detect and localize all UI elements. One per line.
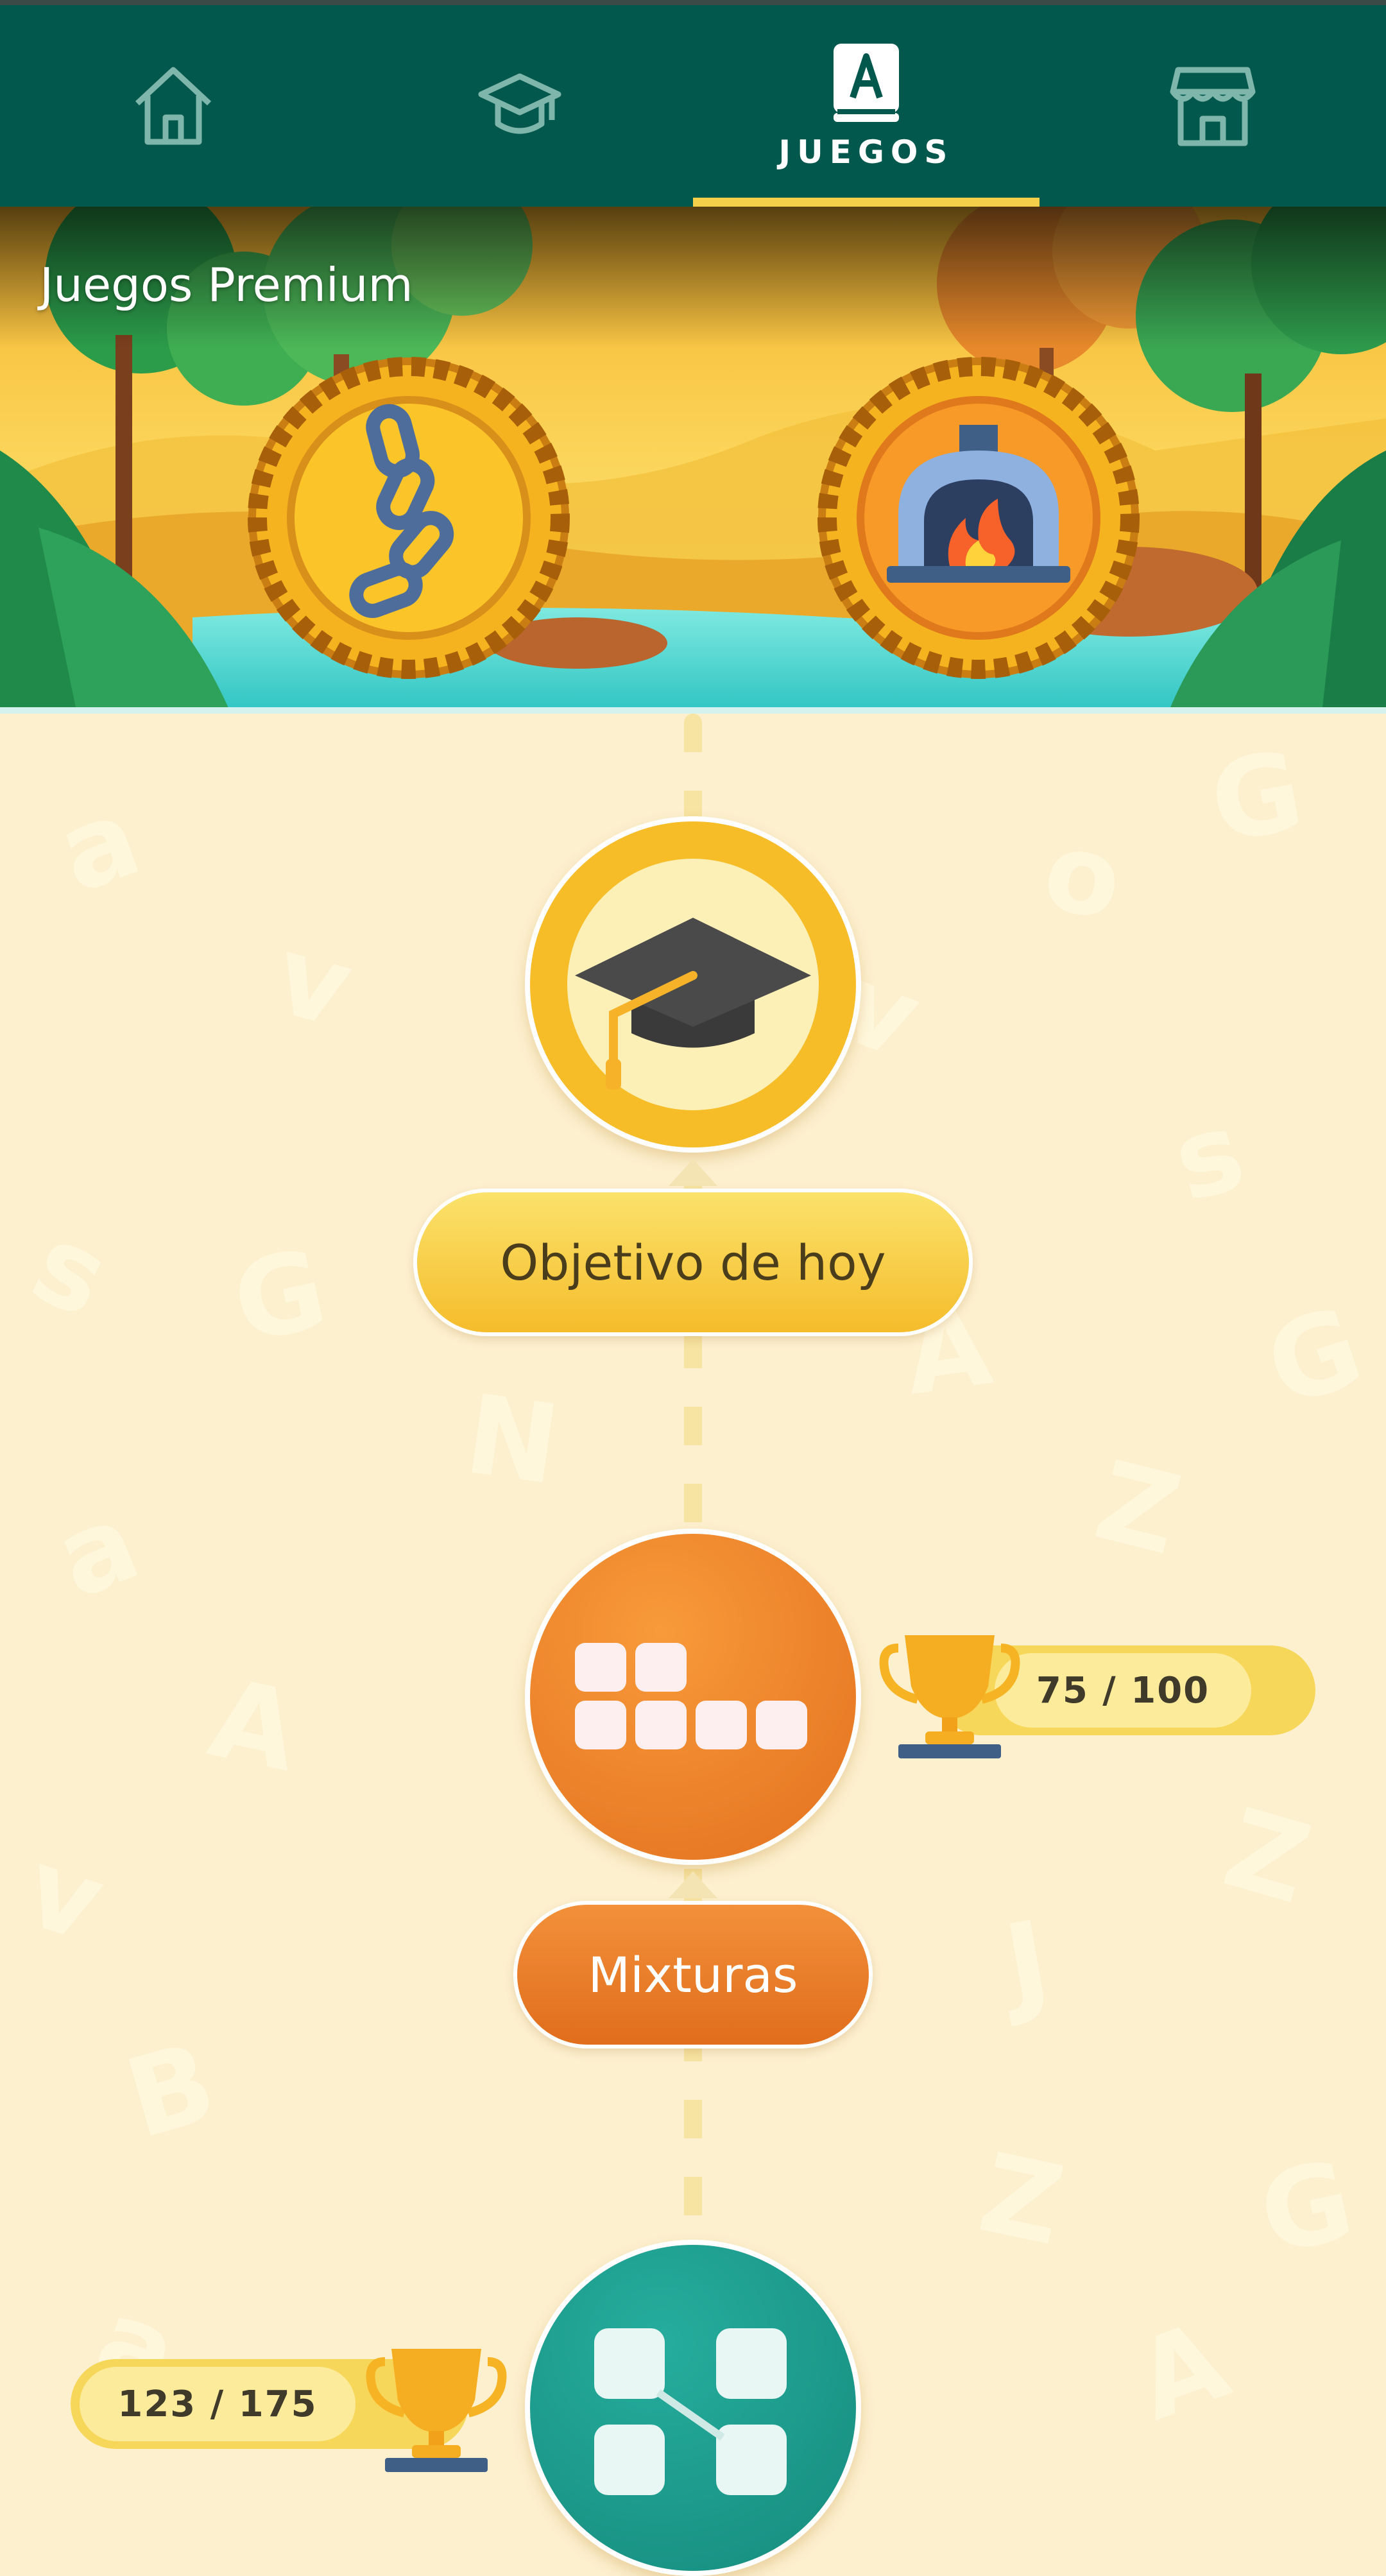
svg-text:G: G (1202, 727, 1312, 868)
premium-game-medal-chain[interactable] (245, 354, 572, 684)
svg-text:a: a (39, 1478, 155, 1624)
goal-pointer (669, 1159, 717, 1186)
banner-title: Juegos Premium (40, 258, 413, 312)
svg-text:Z: Z (970, 2129, 1074, 2270)
mixturas-score: 75 / 100 (995, 1653, 1251, 1728)
svg-text:G: G (1249, 2136, 1364, 2280)
connected-tiles-icon (594, 2328, 787, 2495)
trophy-icon (366, 2336, 507, 2480)
svg-text:Z: Z (1084, 1438, 1192, 1580)
dictionary-book-icon (831, 41, 902, 125)
premium-games-banner: Juegos Premium (0, 207, 1386, 714)
daily-goal-button[interactable]: Objetivo de hoy (413, 1189, 973, 1336)
tab-store[interactable] (1040, 5, 1386, 207)
svg-text:Z: Z (1212, 1785, 1323, 1928)
tab-games[interactable]: JUEGOS (693, 5, 1040, 207)
svg-text:s: s (15, 1200, 127, 1343)
home-icon (128, 61, 218, 151)
svg-text:G: G (223, 1225, 337, 1368)
premium-game-medal-oven[interactable] (815, 354, 1142, 684)
daily-goal-node[interactable] (525, 816, 861, 1153)
trophy-icon (879, 1622, 1020, 1766)
graduation-cap-icon (475, 61, 565, 151)
active-tab-indicator (693, 198, 1040, 207)
connect-game-node[interactable] (525, 2240, 861, 2576)
svg-text:v: v (262, 911, 364, 1052)
mixturas-button[interactable]: Mixturas (513, 1901, 873, 2048)
svg-text:o: o (1035, 807, 1131, 945)
tab-games-label: JUEGOS (778, 133, 954, 171)
mixturas-pointer (669, 1871, 717, 1898)
tab-learn[interactable] (346, 5, 693, 207)
store-icon (1168, 61, 1258, 151)
mixturas-node[interactable] (525, 1529, 861, 1865)
svg-text:N: N (458, 1371, 566, 1510)
connect-game-score: 123 / 175 (80, 2367, 355, 2441)
top-navigation: JUEGOS (0, 0, 1386, 207)
tab-home[interactable] (0, 5, 346, 207)
svg-text:G: G (1252, 1284, 1376, 1432)
svg-text:v: v (11, 1825, 118, 1968)
svg-text:B: B (114, 2018, 228, 2163)
svg-text:J: J (990, 1897, 1059, 2031)
svg-text:A: A (200, 1654, 309, 1796)
svg-text:s: s (1161, 1087, 1256, 1226)
svg-text:a: a (42, 773, 155, 918)
svg-text:A: A (1120, 2297, 1243, 2445)
letter-tiles-icon (575, 1643, 807, 1749)
